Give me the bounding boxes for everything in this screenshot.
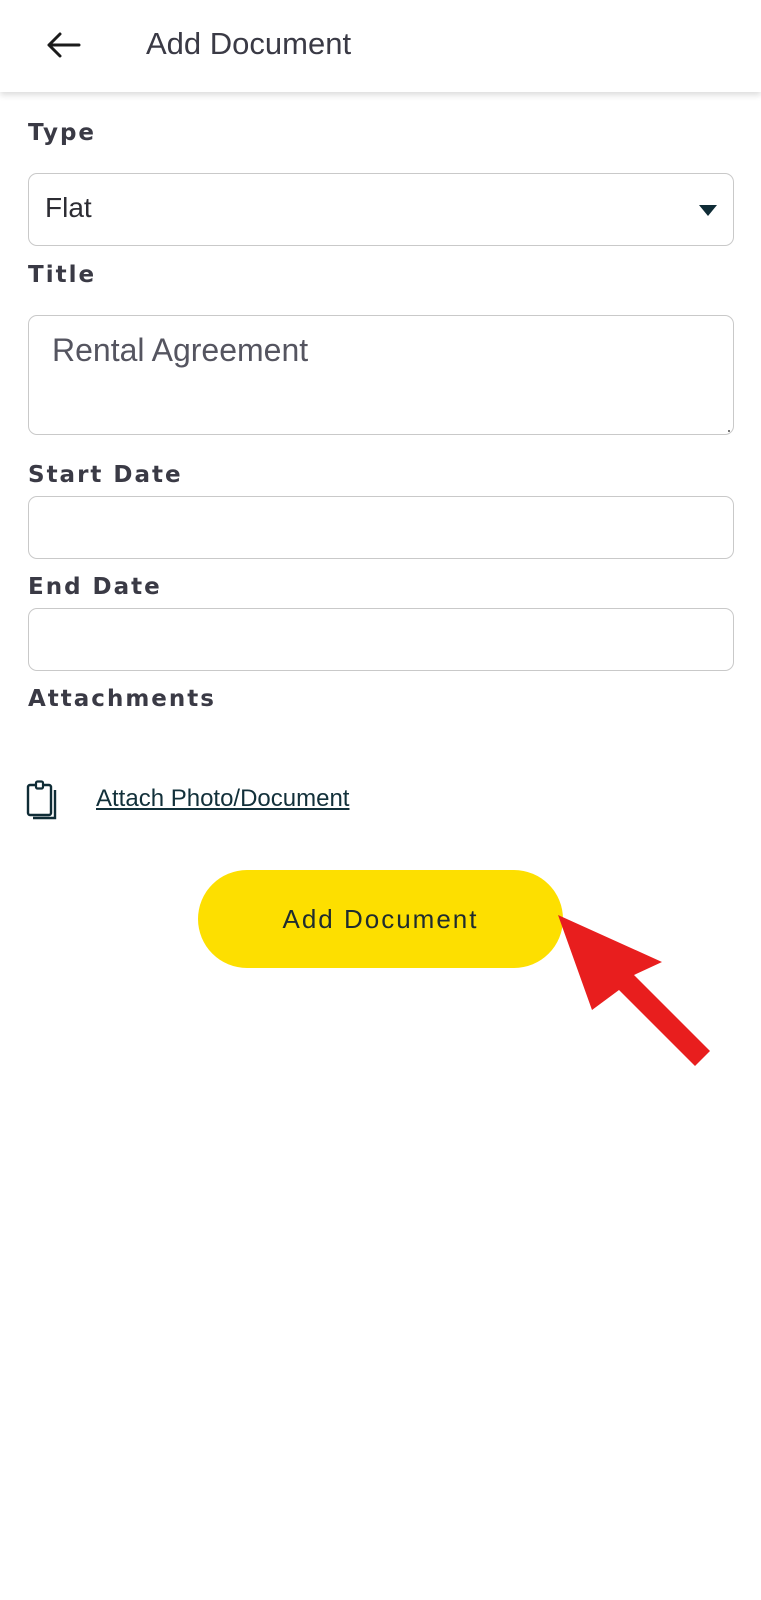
title-label: Title: [28, 262, 97, 288]
title-textarea[interactable]: Rental Agreement: [28, 315, 734, 435]
start-date-label: Start Date: [28, 462, 183, 488]
end-date-field[interactable]: [28, 608, 734, 671]
add-document-button[interactable]: Add Document: [198, 870, 563, 968]
caret-down-icon: [699, 205, 717, 216]
type-selected-value: Flat: [45, 192, 92, 223]
end-date-label: End Date: [28, 574, 162, 600]
arrow-left-icon: [47, 32, 81, 58]
red-arrow-pointer: [558, 915, 710, 1066]
page-title: Add Document: [146, 26, 352, 61]
resize-handle[interactable]: [728, 430, 730, 432]
attachments-label: Attachments: [28, 686, 216, 712]
app-header: Add Document: [0, 0, 761, 92]
type-select[interactable]: Flat: [28, 173, 734, 246]
type-label: Type: [28, 120, 97, 146]
back-button[interactable]: [40, 22, 86, 68]
clipboard-icon[interactable]: [26, 780, 58, 820]
attach-row[interactable]: [26, 780, 58, 820]
title-value: Rental Agreement: [52, 332, 309, 368]
attach-photo-document-link[interactable]: Attach Photo/Document: [96, 785, 349, 813]
start-date-field[interactable]: [28, 496, 734, 559]
